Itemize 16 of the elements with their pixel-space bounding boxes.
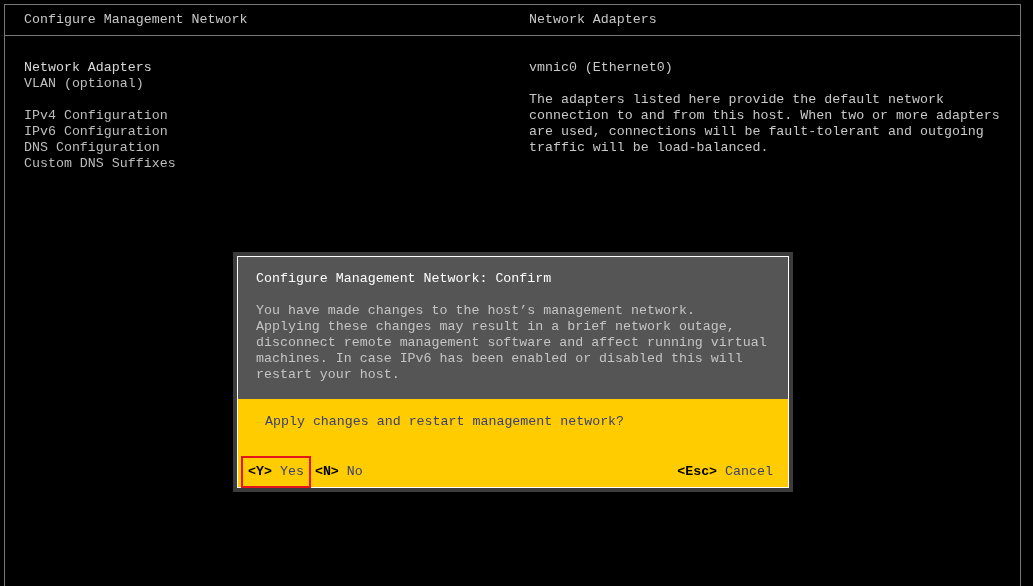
dialog-action[interactable]: <N> No <box>309 458 368 486</box>
dialog-message: You have made changes to the host’s management network. Applying these changes may result in a brief network outage, disconnect remote management software and affect running virtual machines. In case IPv6 has been enabled or disabled this will restart your host. <box>256 303 768 383</box>
menu-item[interactable]: DNS Configuration <box>24 140 160 156</box>
dialog-action[interactable]: <Y> Yes <box>243 458 309 486</box>
panel-title: Network Adapters <box>528 12 657 28</box>
adapter-value: vmnic0 (Ethernet0) <box>529 60 674 76</box>
panel-title: Configure Management Network <box>23 12 249 28</box>
dialog-title: Configure Management Network: Confirm <box>256 271 553 287</box>
dialog-question: Apply changes and restart management network? <box>264 414 626 430</box>
menu-item[interactable]: IPv6 Configuration <box>24 124 168 140</box>
description-text: The adapters listed here provide the default network connection to and from this host. When two or more adapters are used, connections will be fault-tolerant and outgoing traffic will be load-balanced. <box>529 92 1001 156</box>
menu-item[interactable]: Network Adapters <box>24 60 152 76</box>
dialog-action[interactable]: <Esc> Cancel <box>672 458 778 486</box>
menu-item[interactable]: IPv4 Configuration <box>24 108 168 124</box>
menu-item[interactable]: VLAN (optional) <box>24 76 144 92</box>
menu-item[interactable]: Custom DNS Suffixes <box>24 156 176 172</box>
